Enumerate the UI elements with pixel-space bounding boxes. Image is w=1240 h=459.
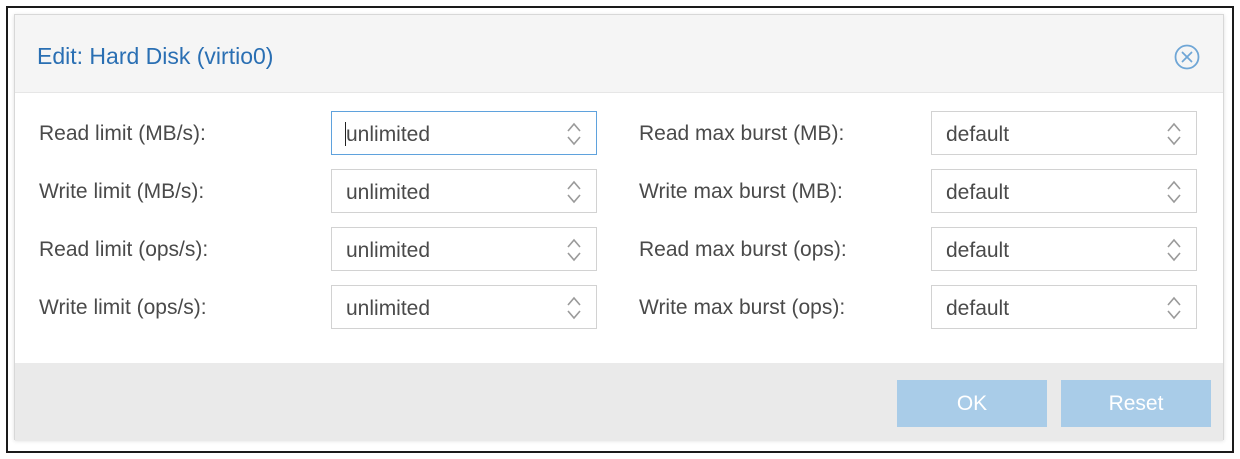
field-row-read-limit-ops: Read limit (ops/s): unlimited xyxy=(15,227,615,271)
spinner-updown-icon[interactable] xyxy=(1166,237,1182,263)
spinner-value: default xyxy=(946,123,1010,146)
field-label: Read max burst (MB): xyxy=(639,122,845,145)
field-row-read-limit-mbs: Read limit (MB/s): unlimited xyxy=(15,111,615,155)
write-limit-ops-spinner[interactable]: unlimited xyxy=(331,285,597,329)
reset-button[interactable]: Reset xyxy=(1061,380,1211,427)
read-limit-mbs-spinner[interactable]: unlimited xyxy=(331,111,597,155)
write-burst-ops-spinner[interactable]: default xyxy=(931,285,1197,329)
field-label: Write max burst (ops): xyxy=(639,296,846,319)
write-burst-mb-spinner[interactable]: default xyxy=(931,169,1197,213)
read-limit-ops-spinner[interactable]: unlimited xyxy=(331,227,597,271)
field-row-read-burst-mb: Read max burst (MB): default xyxy=(615,111,1225,155)
field-row-read-burst-ops: Read max burst (ops): default xyxy=(615,227,1225,271)
spinner-updown-icon[interactable] xyxy=(566,237,582,263)
read-burst-ops-spinner[interactable]: default xyxy=(931,227,1197,271)
spinner-value: default xyxy=(946,239,1010,262)
spinner-updown-icon[interactable] xyxy=(566,179,582,205)
edit-hard-disk-dialog: Edit: Hard Disk (virtio0) Read limit (MB… xyxy=(14,14,1224,441)
write-limit-mbs-spinner[interactable]: unlimited xyxy=(331,169,597,213)
close-button[interactable] xyxy=(1173,43,1201,71)
spinner-value: unlimited xyxy=(346,181,431,204)
spinner-value: unlimited xyxy=(346,297,431,320)
spinner-updown-icon[interactable] xyxy=(1166,179,1182,205)
field-label: Read max burst (ops): xyxy=(639,238,847,261)
spinner-value: unlimited xyxy=(346,239,431,262)
spinner-value: default xyxy=(946,297,1010,320)
field-label: Write limit (MB/s): xyxy=(39,180,205,203)
close-circle-icon xyxy=(1174,44,1200,70)
spinner-updown-icon[interactable] xyxy=(566,121,582,147)
field-label: Write limit (ops/s): xyxy=(39,296,207,319)
field-row-write-limit-ops: Write limit (ops/s): unlimited xyxy=(15,285,615,329)
dialog-body: Read limit (MB/s): unlimited Write limit… xyxy=(15,93,1223,363)
dialog-header: Edit: Hard Disk (virtio0) xyxy=(15,15,1223,93)
spinner-updown-icon[interactable] xyxy=(1166,295,1182,321)
field-row-write-burst-mb: Write max burst (MB): default xyxy=(615,169,1225,213)
field-row-write-burst-ops: Write max burst (ops): default xyxy=(615,285,1225,329)
field-label: Write max burst (MB): xyxy=(639,180,843,203)
read-burst-mb-spinner[interactable]: default xyxy=(931,111,1197,155)
field-label: Read limit (ops/s): xyxy=(39,238,209,261)
spinner-value: default xyxy=(946,181,1010,204)
field-row-write-limit-mbs: Write limit (MB/s): unlimited xyxy=(15,169,615,213)
spinner-updown-icon[interactable] xyxy=(566,295,582,321)
dialog-title: Edit: Hard Disk (virtio0) xyxy=(37,43,274,69)
dialog-footer: OK Reset xyxy=(15,363,1223,441)
field-label: Read limit (MB/s): xyxy=(39,122,206,145)
spinner-value: unlimited xyxy=(346,123,431,146)
ok-button[interactable]: OK xyxy=(897,380,1047,427)
spinner-updown-icon[interactable] xyxy=(1166,121,1182,147)
